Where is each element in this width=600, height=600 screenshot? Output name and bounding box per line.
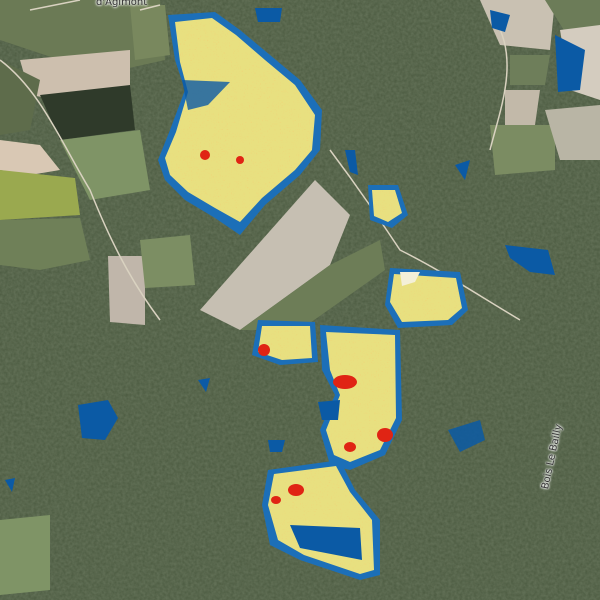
place-label-agimont: d'Agimont [96,0,148,8]
map-canvas [0,0,600,600]
map-view[interactable]: d'Agimont Bois Le Bailly [0,0,600,600]
index-overlay-east [385,268,468,328]
